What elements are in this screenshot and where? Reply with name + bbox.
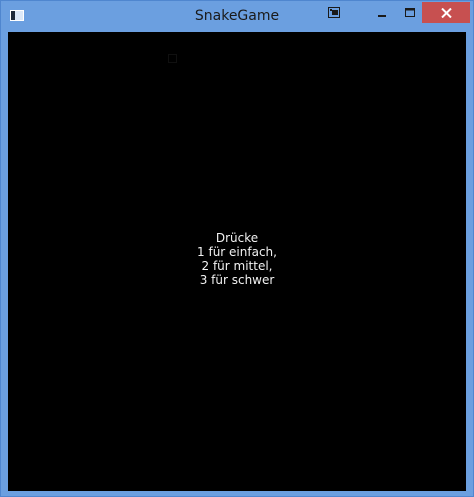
app-window: SnakeGame Drücke 1 für einfach, 2 für mi… <box>0 0 474 497</box>
minimize-icon <box>378 14 386 17</box>
prompt-line: Drücke <box>215 231 259 245</box>
prompt-line: 2 für mittel, <box>201 259 273 273</box>
prompt-line: 1 für einfach, <box>197 245 277 259</box>
window-pin-icon <box>328 7 340 18</box>
prompt-line: 3 für schwer <box>199 273 275 287</box>
maximize-icon <box>404 7 415 17</box>
close-icon <box>440 7 452 18</box>
maximize-button[interactable] <box>396 2 423 23</box>
difficulty-prompt: Drücke 1 für einfach, 2 für mittel, 3 fü… <box>8 231 466 287</box>
food-item <box>168 54 177 63</box>
app-icon[interactable] <box>10 10 24 21</box>
app-icon-shape <box>11 11 15 20</box>
close-button[interactable] <box>422 2 470 23</box>
minimize-button[interactable] <box>369 2 395 23</box>
pin-button[interactable] <box>323 2 345 23</box>
title-bar[interactable]: SnakeGame <box>1 1 473 31</box>
game-canvas[interactable]: Drücke 1 für einfach, 2 für mittel, 3 fü… <box>8 32 466 491</box>
